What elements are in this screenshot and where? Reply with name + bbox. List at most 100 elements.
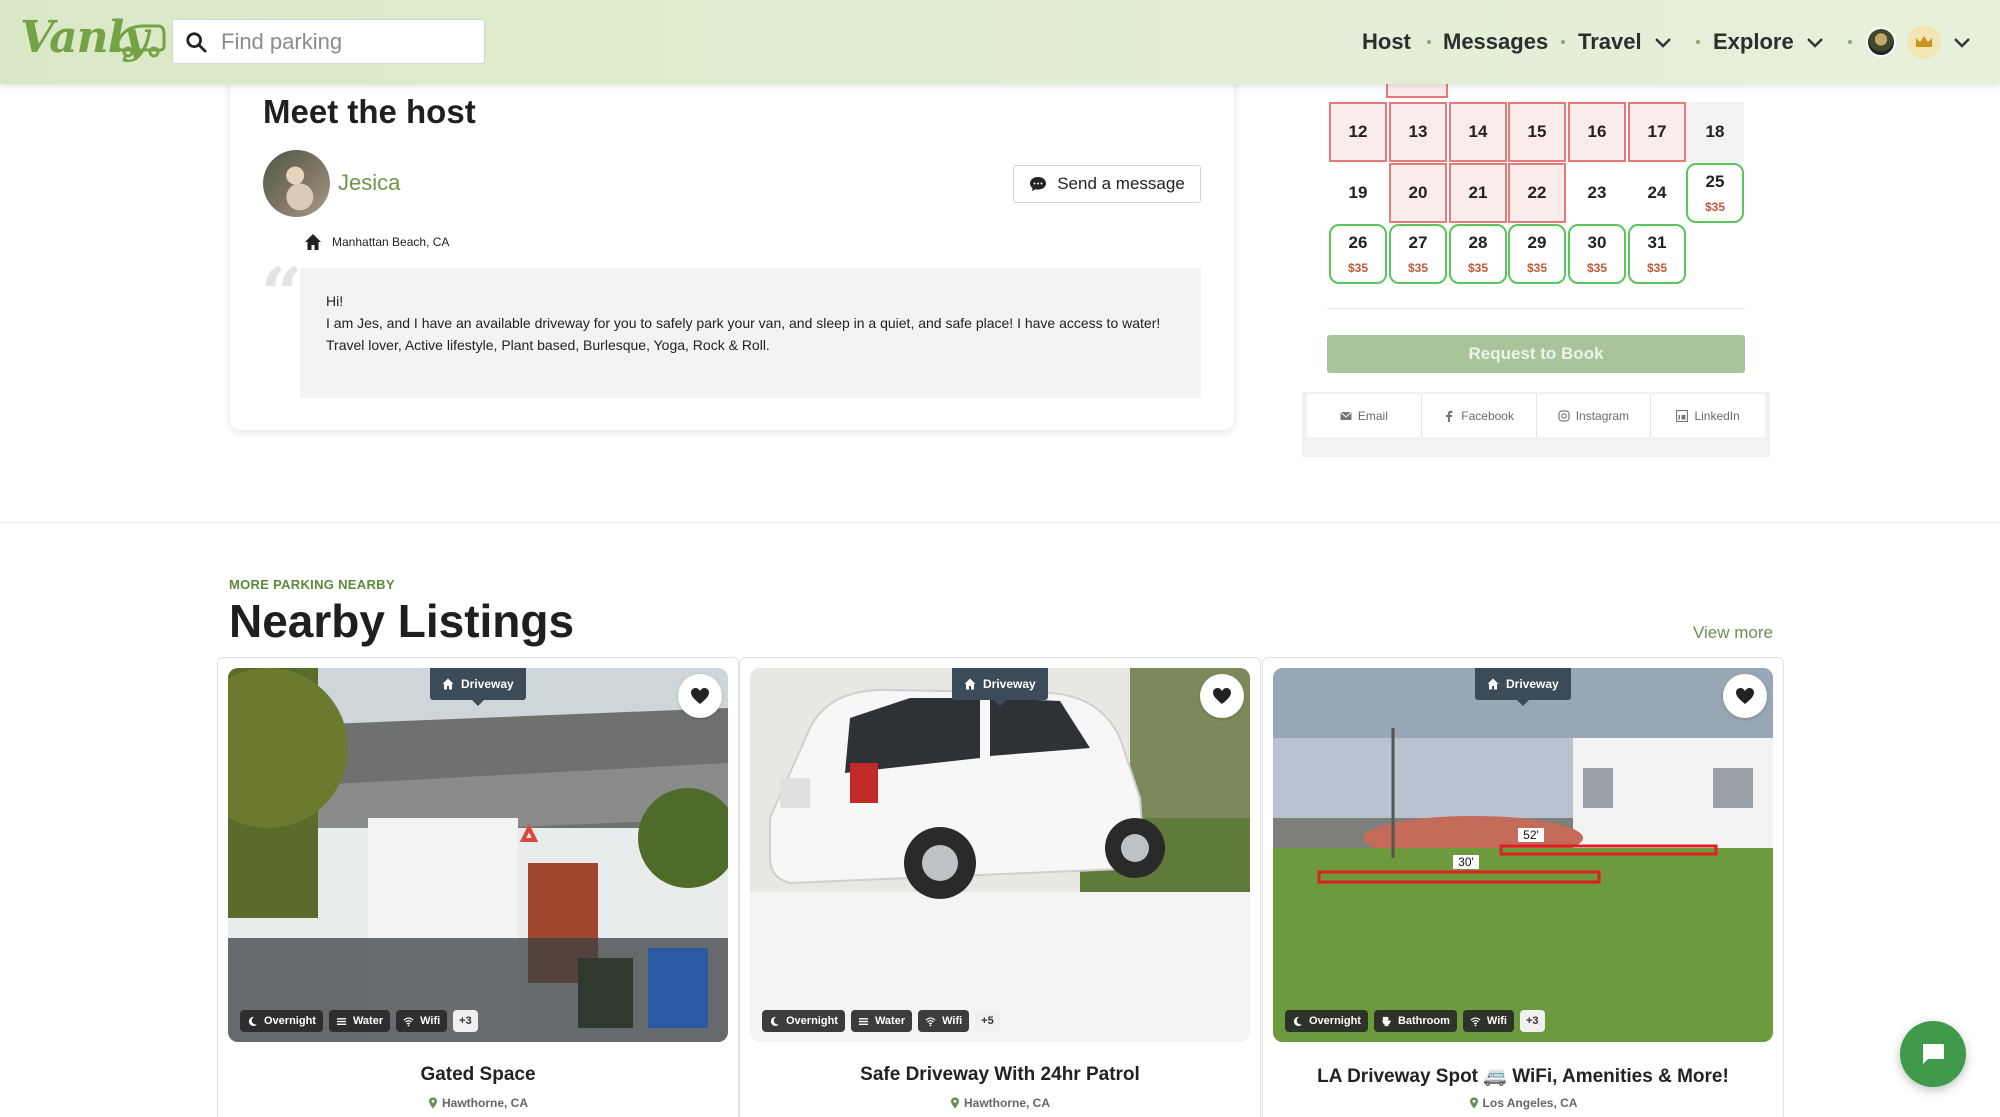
listing-card[interactable]: Driveway Overnight Water Wifi +3 Gated S…	[217, 657, 739, 1117]
listing-photo-image: 52' 30'	[1273, 668, 1773, 1042]
listing-title[interactable]: LA Driveway Spot 🚐 WiFi, Amenities & Mor…	[1263, 1064, 1783, 1088]
amenity-chip: Overnight	[762, 1010, 845, 1032]
nav-messages[interactable]: Messages	[1443, 22, 1548, 62]
home-icon	[1487, 678, 1499, 690]
envelope-icon	[1340, 411, 1352, 420]
calendar-day-21: 21	[1449, 163, 1507, 223]
listing-title[interactable]: Safe Driveway With 24hr Patrol	[740, 1064, 1260, 1086]
calendar-day-23: 23	[1568, 163, 1626, 223]
calendar-day-31[interactable]: 31 $35	[1628, 224, 1686, 284]
listing-photo[interactable]: Driveway Overnight Water Wifi +3	[228, 668, 728, 1042]
listing-type-label: Driveway	[1506, 677, 1559, 691]
moon-icon	[1293, 1016, 1303, 1026]
van-logo-icon	[116, 24, 166, 58]
chat-support-button[interactable]	[1900, 1021, 1966, 1087]
premium-crown-badge[interactable]	[1907, 25, 1941, 59]
meet-host-card: Meet the host Jesica Send a message Manh…	[230, 70, 1234, 430]
host-name-link[interactable]: Jesica	[338, 170, 400, 196]
amenity-label: Water	[874, 1015, 906, 1027]
calendar-day-price: $35	[1467, 261, 1489, 275]
calendar-day-14: 14	[1449, 102, 1507, 162]
calendar-day-12: 12	[1329, 102, 1387, 162]
calendar-day-number: 23	[1587, 183, 1607, 202]
listing-photo[interactable]: Driveway Overnight Water Wifi +5	[750, 668, 1250, 1042]
wifi-icon	[403, 1016, 414, 1026]
calendar-day-20: 20	[1389, 163, 1447, 223]
calendar-day-number: 12	[1348, 122, 1368, 141]
calendar-day-number: 31	[1647, 233, 1667, 252]
host-avatar[interactable]	[263, 150, 330, 217]
search-box[interactable]	[172, 19, 485, 64]
calendar-day-number: 30	[1587, 233, 1607, 252]
home-icon	[442, 678, 454, 690]
calendar-day-number: 16	[1587, 122, 1607, 141]
amenity-chips: Overnight Water Wifi +5	[762, 1010, 1000, 1032]
home-icon	[305, 234, 321, 250]
share-instagram[interactable]: Instagram	[1537, 394, 1652, 437]
calendar-day-number: 18	[1705, 122, 1725, 141]
search-input[interactable]	[221, 28, 471, 55]
amenity-label: Bathroom	[1397, 1015, 1450, 1027]
nav-host[interactable]: Host	[1362, 22, 1411, 62]
user-avatar[interactable]	[1866, 27, 1896, 57]
calendar-day-27[interactable]: 27 $35	[1389, 224, 1447, 284]
send-message-button[interactable]: Send a message	[1013, 165, 1201, 203]
vanly-logo[interactable]: Vanly	[20, 12, 166, 66]
nav-explore[interactable]: Explore	[1713, 22, 1824, 62]
calendar-day-28[interactable]: 28 $35	[1449, 224, 1507, 284]
share-linkedin-label: LinkedIn	[1694, 408, 1740, 423]
measurement-label: 52'	[1523, 828, 1539, 842]
bio-line: I am Jes, and I have an available drivew…	[326, 315, 1161, 331]
request-to-book-button[interactable]: Request to Book	[1327, 335, 1745, 373]
calendar-day-price: $35	[1646, 261, 1668, 275]
listing-type-tag: Driveway	[1475, 668, 1571, 706]
wifi-icon	[925, 1016, 936, 1026]
listing-card[interactable]: Driveway Overnight Water Wifi +5 Safe Dr…	[739, 657, 1261, 1117]
share-facebook[interactable]: Facebook	[1422, 394, 1537, 437]
listing-type-tag: Driveway	[952, 668, 1048, 706]
listing-location: Hawthorne, CA	[740, 1096, 1260, 1110]
favorite-button[interactable]	[1200, 674, 1244, 718]
calendar-day-25[interactable]: 25 $35	[1686, 163, 1744, 223]
nav-separator-dot	[1696, 40, 1700, 44]
nav-travel[interactable]: Travel	[1578, 22, 1672, 62]
amenity-label: Wifi	[1486, 1015, 1507, 1027]
more-amenities-chip[interactable]: +3	[1519, 1010, 1545, 1032]
share-row: Email Facebook Instagram LinkedIn	[1307, 394, 1765, 437]
amenity-chip: Wifi	[918, 1010, 970, 1032]
share-linkedin[interactable]: LinkedIn	[1651, 394, 1765, 437]
calendar-day-30[interactable]: 30 $35	[1568, 224, 1626, 284]
chat-icon	[1923, 1044, 1944, 1064]
bio-line: Travel lover, Active lifestyle, Plant ba…	[326, 337, 770, 353]
nav-host-label: Host	[1362, 29, 1411, 54]
calendar-day-19: 19	[1329, 163, 1387, 223]
favorite-button[interactable]	[678, 674, 722, 718]
view-more-link[interactable]: View more	[1693, 623, 1773, 643]
section-eyebrow: MORE PARKING NEARBY	[229, 577, 395, 592]
calendar-day-15: 15	[1508, 102, 1566, 162]
calendar-day-number: 27	[1408, 233, 1428, 252]
calendar-day-24: 24	[1628, 163, 1686, 223]
share-email[interactable]: Email	[1307, 394, 1422, 437]
calendar-day-22: 22	[1508, 163, 1566, 223]
instagram-icon	[1558, 409, 1570, 422]
amenity-label: Wifi	[942, 1015, 963, 1027]
amenity-chip: Water	[328, 1010, 391, 1032]
listing-location-text: Hawthorne, CA	[963, 1096, 1050, 1110]
calendar-day-26[interactable]: 26 $35	[1329, 224, 1387, 284]
more-amenities-chip[interactable]: +5	[975, 1010, 1000, 1032]
nav-separator-dot	[1427, 40, 1431, 44]
calendar-day-29[interactable]: 29 $35	[1508, 224, 1566, 284]
listing-title[interactable]: Gated Space	[218, 1064, 738, 1086]
listing-card[interactable]: 52' 30' Driveway Overnight Bathroom Wifi	[1262, 657, 1784, 1117]
nav-explore-label: Explore	[1713, 29, 1794, 54]
map-pin-icon	[428, 1097, 437, 1109]
listing-photo[interactable]: 52' 30' Driveway Overnight Bathroom Wifi	[1273, 668, 1773, 1042]
calendar-day-number: 21	[1468, 183, 1488, 202]
share-facebook-label: Facebook	[1461, 408, 1514, 423]
favorite-button[interactable]	[1723, 674, 1767, 718]
chevron-down-icon[interactable]	[1953, 33, 1971, 51]
toilet-icon	[1381, 1016, 1392, 1026]
more-amenities-chip[interactable]: +3	[453, 1010, 478, 1032]
section-divider	[0, 522, 2000, 523]
